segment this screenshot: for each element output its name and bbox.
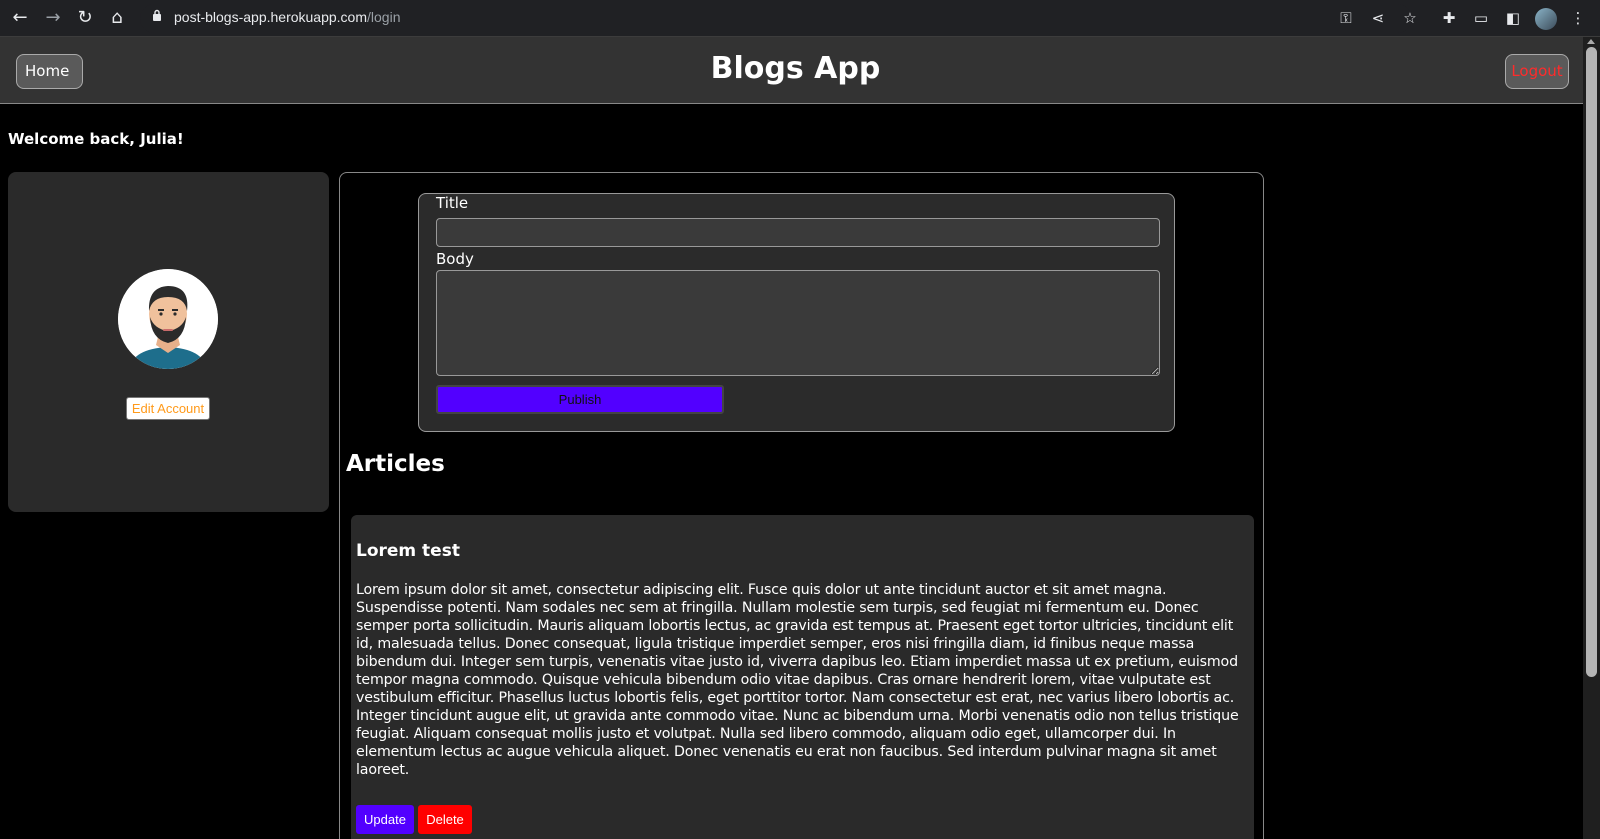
article-card: Lorem test Lorem ipsum dolor sit amet, c… [351,515,1254,839]
scroll-up-arrow-icon[interactable] [1587,39,1595,44]
avatar [118,269,218,369]
key-icon[interactable]: ⚿ [1336,8,1356,28]
profile-card: Edit Account [8,172,329,512]
update-button[interactable]: Update [356,805,414,834]
share-icon[interactable]: ⋖ [1368,8,1388,28]
scrollbar-thumb[interactable] [1586,47,1597,677]
star-icon[interactable]: ☆ [1400,8,1420,28]
home-icon[interactable]: ⌂ [106,7,128,29]
body-textarea[interactable] [436,270,1160,376]
main-panel: Title Body Publish Articles Lorem test L… [339,172,1264,839]
extensions-icon[interactable]: ✚ [1439,8,1459,28]
delete-button[interactable]: Delete [418,805,472,834]
side-panel-icon[interactable]: ◧ [1503,8,1523,28]
publish-button[interactable]: Publish [436,385,724,414]
forward-arrow-icon[interactable]: → [42,7,64,29]
profile-avatar[interactable] [1535,8,1557,30]
articles-heading: Articles [346,451,445,477]
body-label: Body [436,250,474,268]
new-post-form: Title Body Publish [418,193,1175,432]
reload-icon[interactable]: ↻ [74,7,96,29]
url-text[interactable]: post-blogs-app.herokuapp.com/login [174,9,400,25]
browser-toolbar: ← → ↻ ⌂ post-blogs-app.herokuapp.com/log… [0,0,1600,37]
back-arrow-icon[interactable]: ← [9,7,31,29]
article-body: Lorem ipsum dolor sit amet, consectetur … [356,582,1239,778]
user-avatar-icon [118,269,218,369]
page-scrollbar[interactable] [1583,37,1600,839]
article-title: Lorem test [356,541,460,561]
lock-icon [153,9,161,21]
edit-account-button[interactable]: Edit Account [126,397,210,420]
title-label: Title [436,194,469,212]
app-header: Home Blogs App Logout [0,37,1583,104]
logout-button[interactable]: Logout [1505,54,1569,89]
welcome-message: Welcome back, Julia! [8,130,184,148]
cast-icon[interactable]: ▭ [1471,8,1491,28]
menu-dots-icon[interactable]: ⋮ [1568,8,1588,28]
title-input[interactable] [436,218,1160,247]
app-title: Blogs App [710,51,881,86]
